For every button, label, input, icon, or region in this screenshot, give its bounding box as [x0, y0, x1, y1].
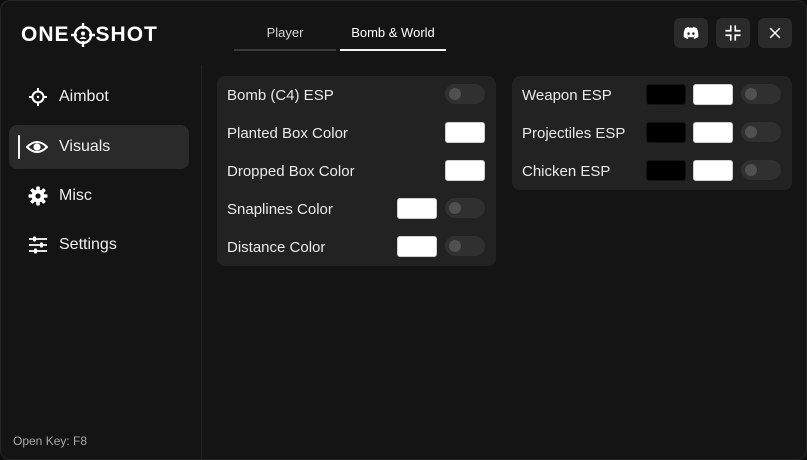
- setting-label: Chicken ESP: [522, 163, 611, 180]
- toggle-knob: [745, 126, 757, 138]
- bomb-esp-toggle[interactable]: [445, 84, 485, 104]
- setting-label: Snaplines Color: [227, 201, 333, 218]
- toggle-knob: [449, 202, 461, 214]
- logo-text-left: ONE: [21, 23, 70, 46]
- toggle-knob: [745, 88, 757, 100]
- setting-label: Weapon ESP: [522, 87, 612, 104]
- sidebar-item-label: Visuals: [59, 138, 111, 155]
- toggle-knob: [449, 240, 461, 252]
- open-key-hint: Open Key: F8: [13, 434, 88, 448]
- setting-row-projectiles-esp: Projectiles ESP: [512, 114, 792, 152]
- logo-crosshair-icon: [70, 23, 95, 47]
- sidebar-item-aimbot[interactable]: Aimbot: [9, 75, 189, 119]
- dropped-box-color-swatch[interactable]: [445, 160, 485, 181]
- snaplines-toggle[interactable]: [445, 198, 485, 218]
- close-icon: [769, 27, 781, 39]
- weapon-esp-color-2-swatch[interactable]: [693, 84, 733, 105]
- planted-box-color-swatch[interactable]: [445, 122, 485, 143]
- tab-bomb-world[interactable]: Bomb & World: [340, 15, 446, 51]
- projectiles-esp-color-1-swatch[interactable]: [646, 122, 686, 143]
- tab-player[interactable]: Player: [234, 15, 336, 51]
- distance-toggle[interactable]: [445, 236, 485, 256]
- setting-row-distance-color: Distance Color: [217, 228, 496, 266]
- sidebar-item-settings[interactable]: Settings: [9, 223, 189, 267]
- eye-icon: [26, 141, 48, 153]
- sidebar-item-misc[interactable]: Misc: [9, 174, 189, 218]
- setting-label: Planted Box Color: [227, 125, 348, 142]
- setting-label: Dropped Box Color: [227, 163, 355, 180]
- sliders-icon: [29, 236, 47, 254]
- app-logo: ONE SHOT: [21, 20, 158, 50]
- header: ONE SHOT Player Bomb & World: [1, 1, 806, 65]
- world-panel: Weapon ESP Projectiles ESP Chicken ESP: [512, 76, 792, 190]
- chicken-esp-toggle[interactable]: [741, 160, 781, 180]
- setting-label: Distance Color: [227, 239, 326, 256]
- bomb-panel: Bomb (C4) ESP Planted Box Color Dropped …: [217, 76, 496, 266]
- active-indicator: [18, 135, 20, 159]
- sidebar-item-label: Misc: [59, 187, 92, 204]
- close-button[interactable]: [758, 18, 792, 48]
- sidebar-item-visuals[interactable]: Visuals: [9, 125, 189, 169]
- setting-label: Bomb (C4) ESP: [227, 87, 334, 104]
- toggle-knob: [449, 88, 461, 100]
- setting-row-planted-box-color: Planted Box Color: [217, 114, 496, 152]
- minimize-icon: [725, 25, 741, 41]
- app-window: ONE SHOT Player Bomb & World Aimbot Visu…: [0, 0, 807, 460]
- header-buttons: [674, 18, 792, 48]
- chicken-esp-color-1-swatch[interactable]: [646, 160, 686, 181]
- setting-row-bomb-esp: Bomb (C4) ESP: [217, 76, 496, 114]
- sidebar: Aimbot Visuals Misc Settings Open Key: F…: [1, 65, 202, 459]
- setting-label: Projectiles ESP: [522, 125, 626, 142]
- sidebar-item-label: Settings: [59, 236, 117, 253]
- setting-row-chicken-esp: Chicken ESP: [512, 152, 792, 190]
- setting-row-weapon-esp: Weapon ESP: [512, 76, 792, 114]
- gear-icon: [28, 186, 48, 206]
- sidebar-item-label: Aimbot: [59, 88, 109, 105]
- chicken-esp-color-2-swatch[interactable]: [693, 160, 733, 181]
- setting-row-snaplines-color: Snaplines Color: [217, 190, 496, 228]
- projectiles-esp-toggle[interactable]: [741, 122, 781, 142]
- toggle-knob: [745, 164, 757, 176]
- discord-button[interactable]: [674, 18, 708, 48]
- weapon-esp-color-1-swatch[interactable]: [646, 84, 686, 105]
- setting-row-dropped-box-color: Dropped Box Color: [217, 152, 496, 190]
- snaplines-color-swatch[interactable]: [397, 198, 437, 219]
- tab-bar: Player Bomb & World: [234, 15, 446, 51]
- discord-icon: [683, 27, 699, 39]
- distance-color-swatch[interactable]: [397, 236, 437, 257]
- projectiles-esp-color-2-swatch[interactable]: [693, 122, 733, 143]
- weapon-esp-toggle[interactable]: [741, 84, 781, 104]
- crosshair-icon: [29, 88, 47, 106]
- minimize-button[interactable]: [716, 18, 750, 48]
- logo-text-right: SHOT: [95, 23, 158, 46]
